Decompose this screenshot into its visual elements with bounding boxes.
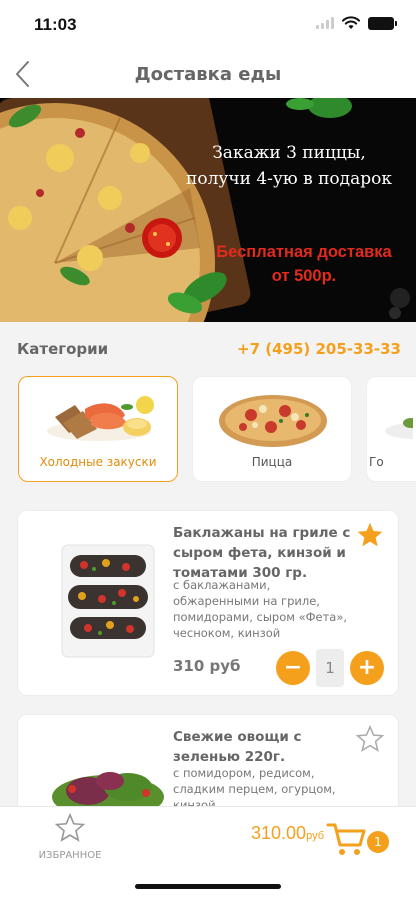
pizza-banner-image bbox=[0, 98, 416, 322]
battery-icon bbox=[368, 16, 397, 30]
product-card[interactable]: Свежие овощи с зеленью 220г. с помидором… bbox=[17, 714, 399, 814]
promo-banner[interactable]: Закажи 3 пиццы, получи 4-ую в подарок Бе… bbox=[0, 98, 416, 322]
promo-offer-line2: получи 4-ую в подарок bbox=[186, 169, 392, 189]
hot-dish-image bbox=[385, 418, 413, 439]
status-time: 11:03 bbox=[34, 15, 77, 34]
phone-link[interactable]: +7 (495) 205-33-33 bbox=[237, 340, 401, 358]
increase-quantity-button[interactable]: + bbox=[350, 651, 384, 685]
product-price: 310 руб bbox=[173, 657, 241, 675]
categories-title: Категории bbox=[17, 340, 109, 358]
decrease-quantity-button[interactable]: − bbox=[276, 651, 310, 685]
favorite-star-icon[interactable] bbox=[356, 521, 384, 549]
category-pizza[interactable]: Пицца bbox=[192, 376, 352, 482]
pizza-image bbox=[219, 395, 327, 447]
promo-offer-line1: Закажи 3 пиццы, bbox=[212, 143, 366, 163]
category-label: Пицца bbox=[251, 455, 293, 469]
product-name: Баклажаны на гриле с сыром фета, кинзой … bbox=[173, 525, 351, 581]
product-card[interactable]: Баклажаны на гриле с сыром фета, кинзой … bbox=[17, 510, 399, 696]
star-outline-icon bbox=[54, 812, 86, 842]
home-indicator bbox=[135, 884, 281, 889]
product-description: с баклажанами, обжаренными на гриле, пом… bbox=[173, 578, 348, 640]
nav-bar: Доставка еды bbox=[0, 50, 416, 98]
favorites-label: ИЗБРАННОЕ bbox=[38, 850, 102, 861]
promo-offer-text: Закажи 3 пиццы, получи 4-ую в подарок bbox=[170, 140, 408, 192]
page-title: Доставка еды bbox=[134, 64, 282, 85]
cart-total-amount: 310.00 bbox=[251, 823, 307, 843]
cold-snacks-image bbox=[47, 396, 154, 441]
quantity-value: 1 bbox=[316, 649, 344, 687]
quantity-stepper[interactable]: − 1 + bbox=[276, 649, 384, 687]
category-label: Го bbox=[369, 455, 384, 469]
cart-count-badge: 1 bbox=[367, 831, 389, 853]
product-name: Свежие овощи с зеленью 220г. bbox=[173, 729, 302, 765]
favorites-tab[interactable]: ИЗБРАННОЕ bbox=[30, 811, 110, 865]
categories-carousel[interactable]: Холодные закуски Пицца Го bbox=[18, 376, 416, 484]
promo-delivery-line2: от 500р. bbox=[271, 267, 337, 285]
categories-header: Категории +7 (495) 205-33-33 bbox=[17, 340, 401, 360]
status-icons bbox=[316, 16, 397, 30]
cart-total-currency: руб bbox=[306, 830, 324, 842]
promo-delivery-text: Бесплатная доставка от 500р. bbox=[200, 240, 408, 288]
promo-delivery-line1: Бесплатная доставка bbox=[216, 243, 392, 261]
category-cold-snacks[interactable]: Холодные закуски bbox=[18, 376, 178, 482]
category-label: Холодные закуски bbox=[39, 455, 157, 469]
category-hot[interactable]: Го bbox=[366, 376, 416, 482]
favorite-star-icon[interactable] bbox=[356, 725, 384, 753]
status-bar: 11:03 bbox=[0, 0, 416, 50]
cart-icon[interactable] bbox=[326, 821, 366, 857]
cart-total[interactable]: 310.00руб bbox=[251, 823, 324, 844]
wifi-icon bbox=[342, 16, 360, 29]
signal-icon bbox=[316, 17, 334, 29]
eggplant-dish-image bbox=[61, 544, 155, 658]
